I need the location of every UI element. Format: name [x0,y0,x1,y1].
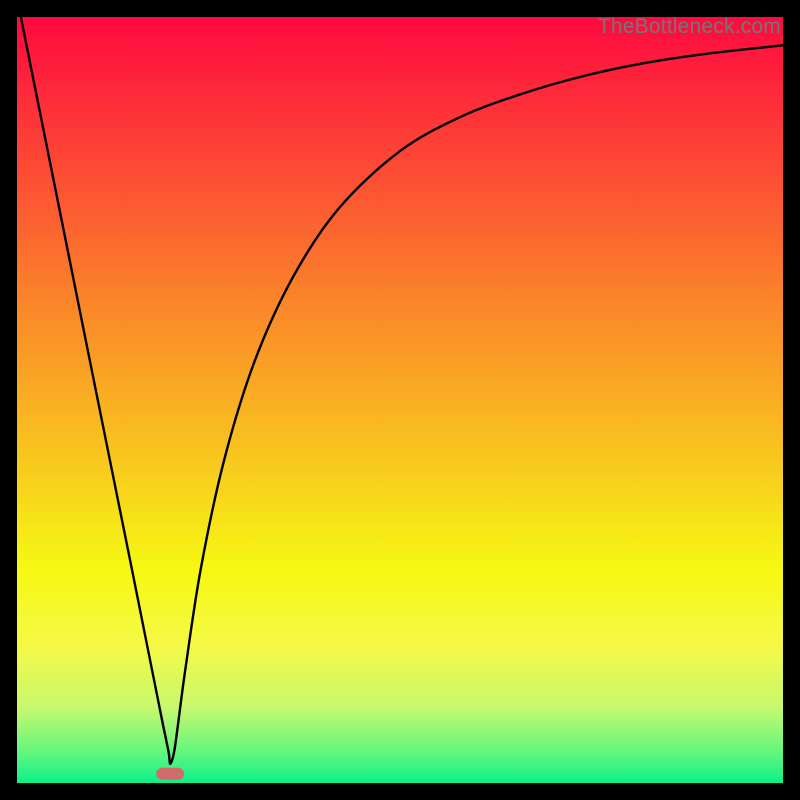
chart-background [17,17,783,783]
watermark-text: TheBottleneck.com [598,15,781,39]
chart-canvas [17,17,783,783]
minimum-marker [156,768,184,780]
chart-frame: TheBottleneck.com [17,17,783,783]
